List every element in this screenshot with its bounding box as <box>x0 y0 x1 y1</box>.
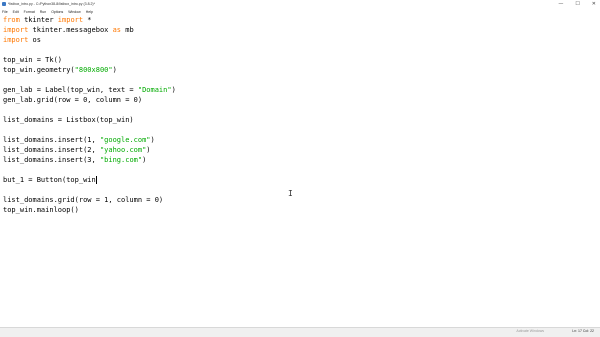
code-line[interactable]: top_win = Tk() <box>3 55 62 65</box>
code-string: "bing.com" <box>99 156 143 164</box>
maximize-icon[interactable]: ☐ <box>575 0 579 8</box>
code-editor[interactable]: I from tkinter import * import tkinter.me… <box>0 15 600 327</box>
code-line[interactable]: list_domains.insert(3, "bing.com") <box>3 155 146 165</box>
code-line[interactable]: list_domains.grid(row = 1, column = 0) <box>3 195 163 205</box>
code-text: top_win.mainloop() <box>3 206 79 214</box>
code-text: list_domains = Listbox(top_win) <box>3 116 134 124</box>
code-text: top_win = Tk() <box>3 56 63 64</box>
status-bar: Activate Windows Ln: 17 Col: 22 <box>0 327 600 337</box>
code-line[interactable]: import tkinter.messagebox as mb <box>3 25 134 35</box>
code-line[interactable]: but_1 = Button(top_win <box>3 175 97 185</box>
menu-run[interactable]: Run <box>40 10 46 14</box>
cursor-position: Ln: 17 Col: 22 <box>572 329 594 333</box>
menu-file[interactable]: File <box>2 10 8 14</box>
window-title: *listbox_intro.py - C:/Python38-8/listbo… <box>8 2 95 6</box>
idle-editor-window: *listbox_intro.py - C:/Python38-8/listbo… <box>0 0 600 337</box>
code-keyword: as <box>112 26 122 34</box>
code-text: list_domains.insert(3, <box>3 156 100 164</box>
code-keyword: import <box>3 36 29 44</box>
python-idle-icon <box>2 2 6 6</box>
text-cursor-ibeam-icon: I <box>288 189 293 198</box>
code-text: os <box>28 36 41 44</box>
code-text: gen_lab.grid(row = 0, column = 0) <box>3 96 143 104</box>
code-line[interactable]: gen_lab = Label(top_win, text = "Domain"… <box>3 85 176 95</box>
window-controls: — ☐ ✕ <box>558 0 596 8</box>
code-text: tkinter <box>19 16 58 24</box>
code-text: * <box>83 16 92 24</box>
menu-options[interactable]: Options <box>51 10 63 14</box>
menu-bar: File Edit Format Run Options Window Help <box>0 8 600 15</box>
code-line[interactable]: from tkinter import * <box>3 15 92 25</box>
code-line[interactable]: list_domains = Listbox(top_win) <box>3 115 134 125</box>
code-text: but_1 = Button(top_win <box>3 176 96 184</box>
code-text: mb <box>121 26 134 34</box>
code-text: ) <box>146 146 151 154</box>
code-text: list_domains.insert(1, <box>3 136 100 144</box>
code-text: ) <box>171 86 176 94</box>
code-text: list_domains.grid(row = 1, column = 0) <box>3 196 164 204</box>
code-string: "google.com" <box>99 136 151 144</box>
code-text: ) <box>112 66 117 74</box>
code-line[interactable]: top_win.mainloop() <box>3 205 79 215</box>
code-line[interactable]: gen_lab.grid(row = 0, column = 0) <box>3 95 142 105</box>
close-icon[interactable]: ✕ <box>592 0 596 8</box>
activation-watermark: Activate Windows <box>516 329 544 333</box>
code-string: "yahoo.com" <box>99 146 147 154</box>
code-text: top_win.geometry( <box>3 66 75 74</box>
code-text: tkinter.messagebox <box>28 26 113 34</box>
code-string: "800x800" <box>74 66 113 74</box>
text-caret <box>95 176 97 184</box>
code-line[interactable]: top_win.geometry("800x800") <box>3 65 117 75</box>
code-text: gen_lab = Label(top_win, text = <box>3 86 138 94</box>
minimize-icon[interactable]: — <box>558 0 563 8</box>
code-text: list_domains.insert(2, <box>3 146 100 154</box>
menu-format[interactable]: Format <box>24 10 35 14</box>
menu-edit[interactable]: Edit <box>13 10 19 14</box>
code-keyword: import <box>3 26 29 34</box>
code-text: ) <box>142 156 147 164</box>
menu-help[interactable]: Help <box>86 10 93 14</box>
code-line[interactable]: list_domains.insert(1, "google.com") <box>3 135 155 145</box>
code-text: ) <box>150 136 155 144</box>
code-keyword: from <box>3 16 20 24</box>
code-string: "Domain" <box>137 86 172 94</box>
menu-window[interactable]: Window <box>68 10 80 14</box>
code-keyword: import <box>57 16 84 24</box>
title-bar: *listbox_intro.py - C:/Python38-8/listbo… <box>0 0 600 8</box>
code-line[interactable]: import os <box>3 35 41 45</box>
code-line[interactable]: list_domains.insert(2, "yahoo.com") <box>3 145 151 155</box>
